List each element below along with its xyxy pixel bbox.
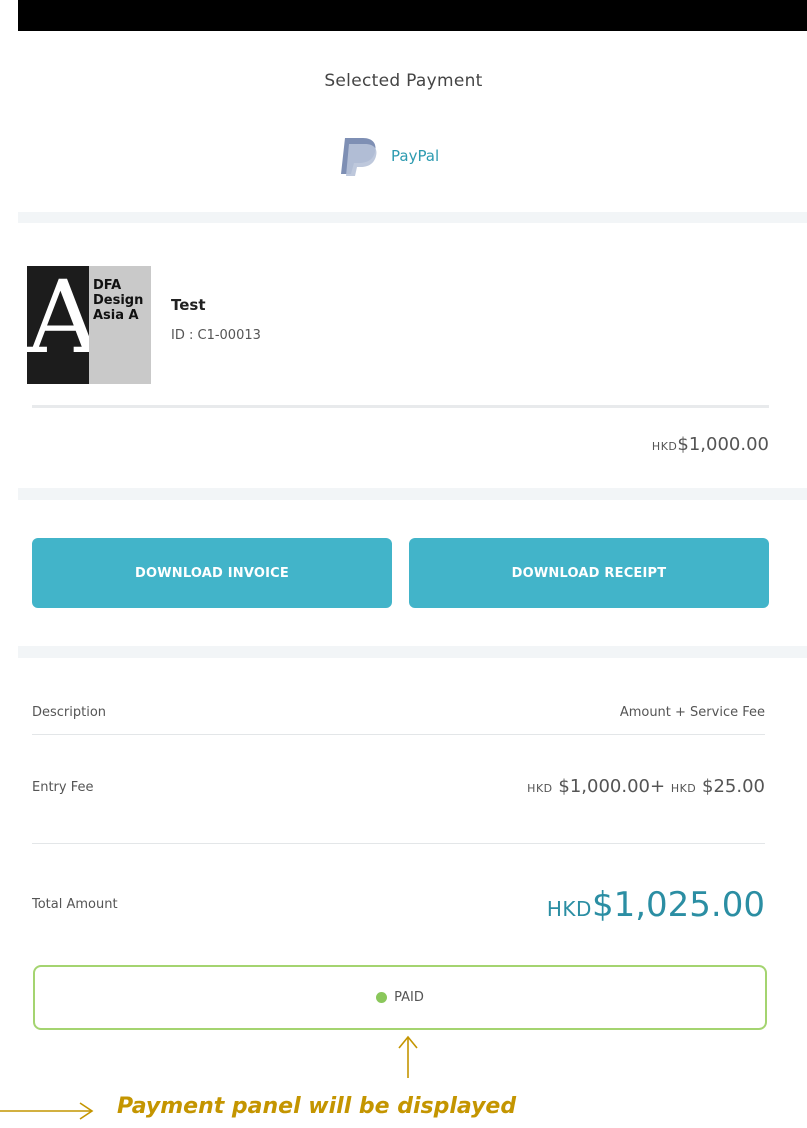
up-arrow-icon (398, 1035, 418, 1078)
description-header: Description (32, 705, 107, 720)
entry-title: Test (171, 296, 206, 314)
entry-thumbnail: A DFA Design Asia A (27, 266, 151, 384)
divider (32, 405, 769, 408)
entry-price-currency: HKD (651, 440, 678, 453)
fee-currency: HKD (527, 782, 553, 795)
section-divider (18, 488, 807, 500)
total-amount-value: HKD$1,025.00 (547, 885, 765, 925)
annotation-text: Payment panel will be displayed (117, 1094, 517, 1119)
download-receipt-button[interactable]: DOWNLOAD RECEIPT (409, 538, 769, 608)
fee-amount: $1,000.00+ (558, 776, 666, 797)
total-currency: HKD (546, 897, 592, 921)
download-invoice-button[interactable]: DOWNLOAD INVOICE (32, 538, 392, 608)
payment-method-name: PayPal (391, 147, 440, 165)
total-amount-label: Total Amount (32, 897, 118, 912)
entry-price: HKD$1,000.00 (652, 434, 769, 455)
entry-fee-value: HKD $1,000.00+ HKD $25.00 (527, 776, 765, 797)
status-label: PAID (394, 990, 424, 1005)
section-divider (18, 646, 807, 658)
service-amount: $25.00 (702, 776, 765, 797)
top-bar (18, 0, 807, 31)
entry-id: ID : C1-00013 (171, 328, 261, 343)
amount-header: Amount + Service Fee (619, 705, 765, 720)
entry-price-amount: $1,000.00 (677, 434, 769, 455)
status-dot-icon (376, 992, 388, 1003)
right-arrow-icon (0, 1102, 94, 1120)
total-amount: $1,025.00 (591, 885, 765, 925)
entry-card: A DFA Design Asia A Test ID : C1-00013 (27, 266, 261, 384)
paypal-logo-icon (341, 138, 377, 176)
payment-status-panel: PAID (33, 965, 767, 1030)
divider (32, 734, 765, 735)
section-divider (18, 212, 807, 223)
entry-fee-label: Entry Fee (32, 780, 94, 795)
thumbnail-text: DFA Design Asia A (93, 278, 144, 323)
service-currency: HKD (670, 782, 697, 795)
selected-payment-title: Selected Payment (324, 71, 483, 91)
divider (32, 843, 765, 844)
payment-method: PayPal (335, 134, 439, 178)
